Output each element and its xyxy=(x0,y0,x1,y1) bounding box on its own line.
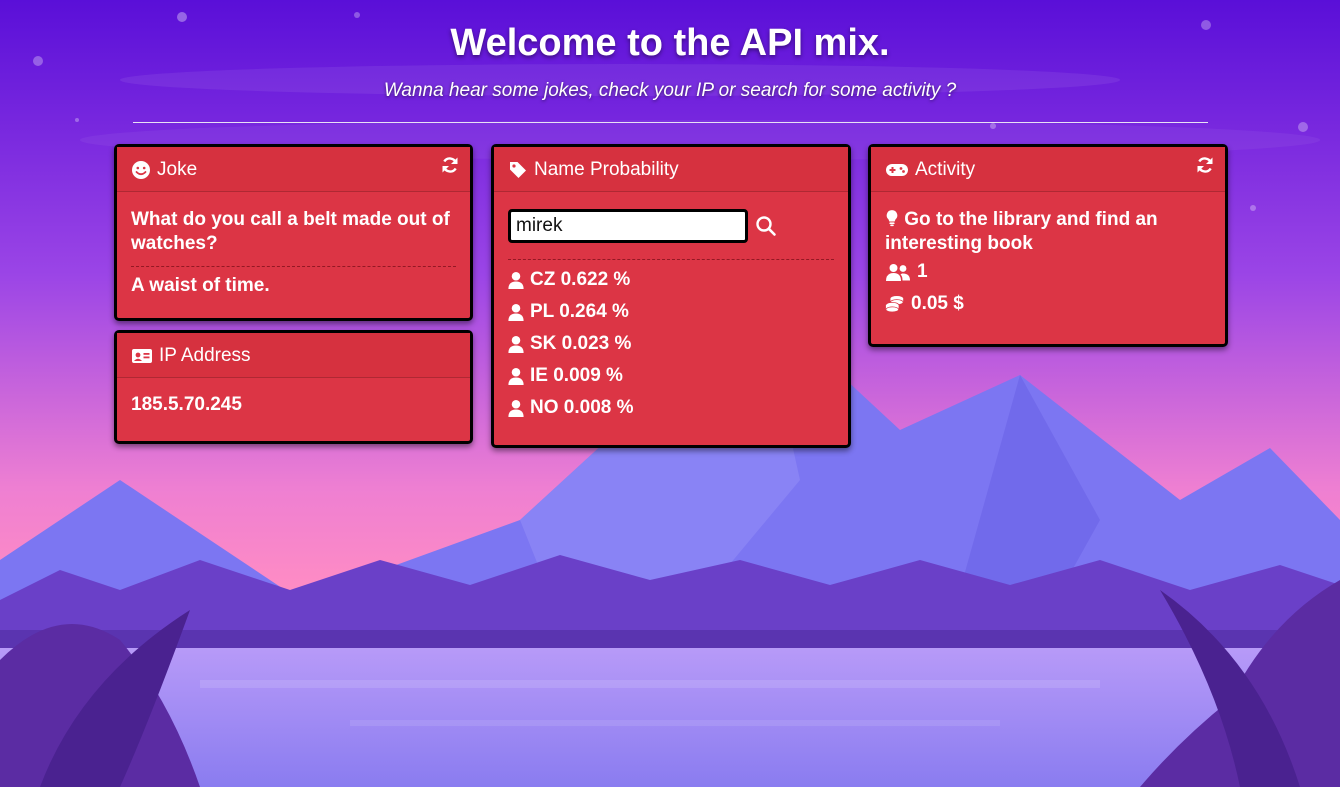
activity-price: 0.05 $ xyxy=(911,293,964,314)
user-icon xyxy=(508,271,524,289)
user-icon xyxy=(508,303,524,321)
name-card-header: Name Probability xyxy=(494,147,848,192)
name-result-text: IE 0.009 % xyxy=(530,365,623,386)
search-icon[interactable] xyxy=(754,214,778,238)
page-title: Welcome to the API mix. xyxy=(450,22,890,64)
name-divider xyxy=(508,259,834,260)
users-icon xyxy=(886,264,910,281)
joke-card: Joke What do you call a belt made out of… xyxy=(114,144,473,321)
ip-card: IP Address 185.5.70.245 xyxy=(114,330,473,444)
tag-icon xyxy=(510,162,526,178)
activity-price-row: 0.05 $ xyxy=(885,288,1211,320)
joke-setup: What do you call a belt made out of watc… xyxy=(131,209,450,254)
activity-participants-row: 1 xyxy=(885,256,1211,288)
name-result-item: PL 0.264 % xyxy=(508,296,834,328)
gamepad-icon xyxy=(886,164,908,176)
activity-card: Activity Go to the library and find an i… xyxy=(868,144,1228,347)
activity-description: Go to the library and find an interestin… xyxy=(885,208,1211,256)
name-result-text: NO 0.008 % xyxy=(530,397,634,418)
activity-description-text: Go to the library and find an interestin… xyxy=(885,209,1158,254)
id-card-icon xyxy=(132,349,152,363)
joke-card-header: Joke xyxy=(117,147,470,192)
name-card-body: CZ 0.622 % PL 0.264 % SK 0.023 % IE 0.009 %… xyxy=(494,192,848,434)
joke-punchline: A waist of time. xyxy=(131,275,270,296)
ip-card-title: IP Address xyxy=(159,345,251,366)
ip-card-body: 185.5.70.245 xyxy=(117,378,470,426)
activity-participants: 1 xyxy=(917,261,928,282)
name-search-row xyxy=(508,209,834,243)
joke-card-body: What do you call a belt made out of watc… xyxy=(117,192,470,307)
smile-icon xyxy=(132,161,150,179)
name-results-list: CZ 0.622 % PL 0.264 % SK 0.023 % IE 0.009 %… xyxy=(508,264,834,424)
name-result-text: SK 0.023 % xyxy=(530,333,632,354)
refresh-icon[interactable] xyxy=(440,155,460,175)
user-icon xyxy=(508,399,524,417)
coins-icon xyxy=(885,296,904,313)
name-result-item: NO 0.008 % xyxy=(508,392,834,424)
name-result-text: CZ 0.622 % xyxy=(530,269,631,290)
lightbulb-icon xyxy=(886,210,898,227)
user-icon xyxy=(508,367,524,385)
name-card-title: Name Probability xyxy=(534,159,679,180)
name-result-item: SK 0.023 % xyxy=(508,328,834,360)
page: Welcome to the API mix. Wanna hear some … xyxy=(0,0,1340,787)
refresh-icon[interactable] xyxy=(1195,155,1215,175)
activity-card-header: Activity xyxy=(871,147,1225,192)
name-result-item: IE 0.009 % xyxy=(508,360,834,392)
name-search-input[interactable] xyxy=(508,209,748,243)
name-probability-card: Name Probability CZ 0.622 % PL 0.264 % SK … xyxy=(491,144,851,448)
activity-card-title: Activity xyxy=(915,159,976,180)
joke-card-title: Joke xyxy=(157,159,198,180)
page-subtitle: Wanna hear some jokes, check your IP or … xyxy=(383,80,957,101)
header-divider xyxy=(133,122,1208,123)
joke-divider xyxy=(131,266,456,267)
name-result-text: PL 0.264 % xyxy=(530,301,629,322)
name-result-item: CZ 0.622 % xyxy=(508,264,834,296)
user-icon xyxy=(508,335,524,353)
activity-card-body: Go to the library and find an interestin… xyxy=(871,192,1225,330)
ip-card-header: IP Address xyxy=(117,333,470,378)
ip-address-value: 185.5.70.245 xyxy=(131,394,242,415)
